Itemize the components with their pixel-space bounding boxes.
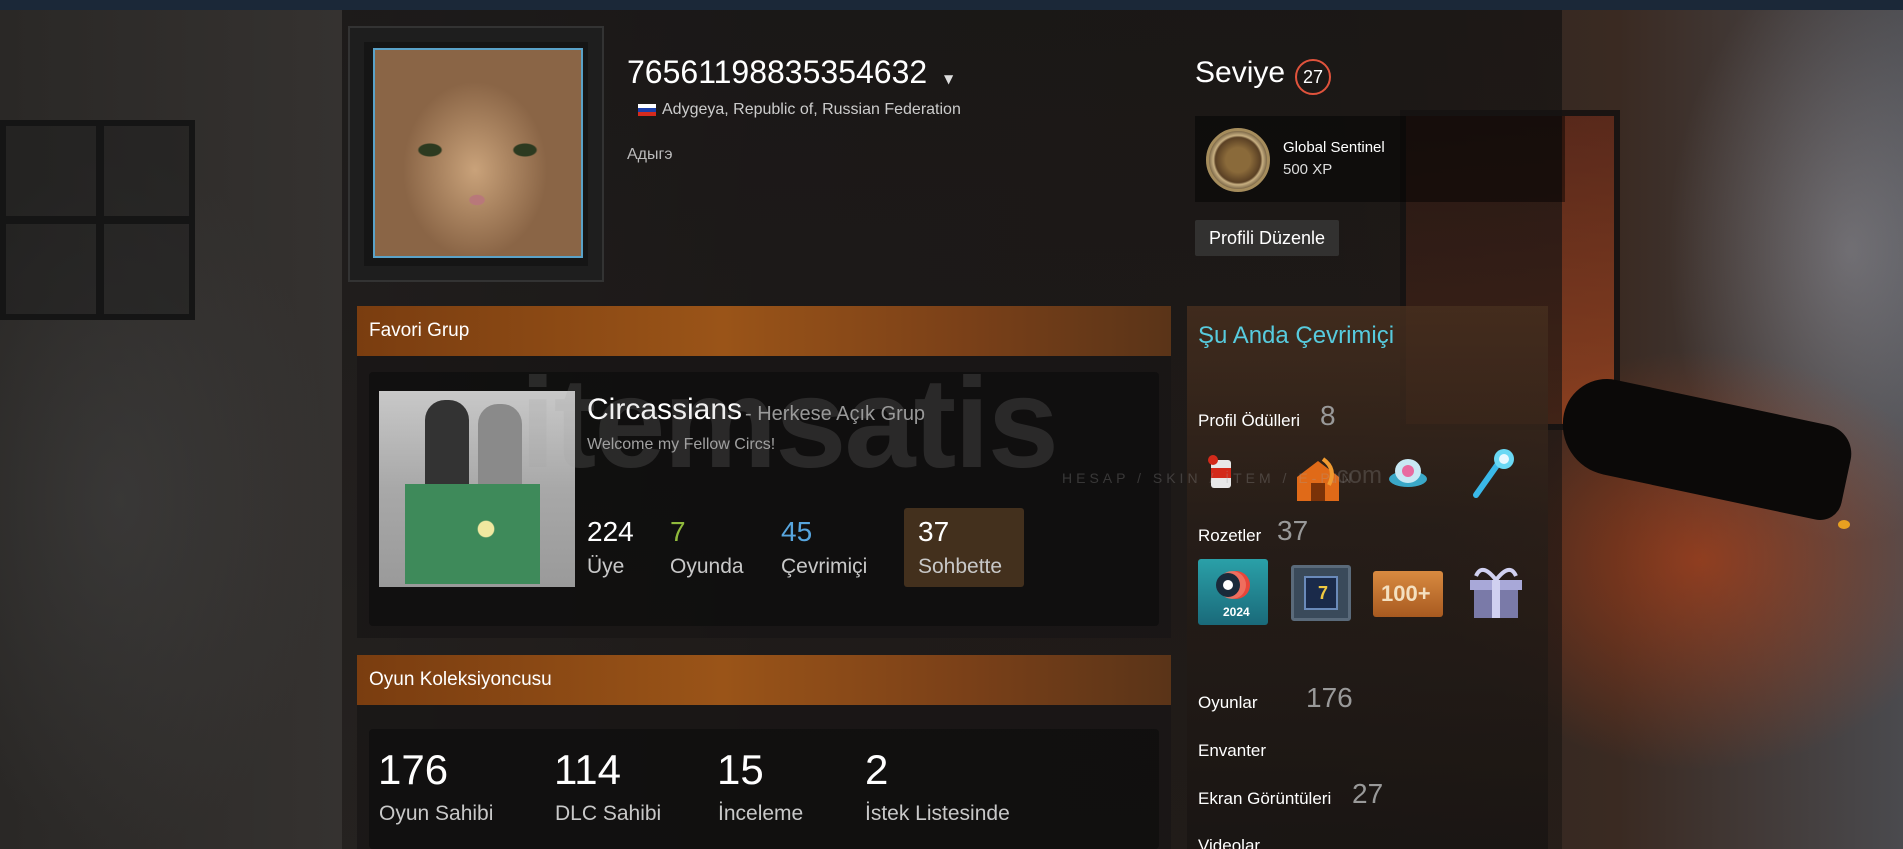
group-chat-label: Sohbette [918,555,1003,578]
jelly-dome-award-icon[interactable] [1387,455,1429,491]
background-window-left [0,120,195,320]
group-ingame-label: Oyunda [670,555,744,578]
badge-100-text: 100+ [1381,581,1431,606]
online-status: Şu Anda Çevrimiçi [1198,322,1395,349]
game-collector-header: Oyun Koleksiyoncusu [357,655,1171,705]
profile-real-name: Адыгэ [627,146,673,163]
group-avatar-person [478,404,522,490]
watermark-suffix: .com [1330,462,1383,489]
screenshots-link[interactable]: Ekran Görüntüleri [1198,789,1331,809]
group-members-label: Üye [587,555,625,578]
profile-awards-count[interactable]: 8 [1320,400,1336,432]
badges-link[interactable]: Rozetler [1198,526,1261,546]
group-members-count: 224 [587,516,634,547]
inventory-link[interactable]: Envanter [1198,741,1266,761]
wishlist-count[interactable]: 2 [865,746,888,794]
group-avatar-person [425,400,469,490]
badge-year-text: 2024 [1223,605,1250,619]
group-avatar-flag [405,484,540,584]
group-online-count: 45 [781,516,813,547]
comet-award-icon[interactable] [1470,447,1518,499]
level-badge[interactable]: 27 [1295,59,1331,95]
chevron-down-icon[interactable]: ▼ [944,72,953,86]
featured-badge-name: Global Sentinel [1283,139,1385,156]
reviews-count[interactable]: 15 [717,746,764,794]
watermark-tagline: HESAP / SKIN / İTEM / E-PIN [1062,470,1356,486]
profile-awards-link[interactable]: Profil Ödülleri [1198,411,1300,431]
game-collector-card [369,729,1159,849]
steam-logo-icon [1216,571,1250,599]
profile-location: Adygeya, Republic of, Russian Federation [662,101,961,118]
group-ingame-count: 7 [670,516,686,547]
reviews-label[interactable]: İnceleme [718,802,803,826]
screenshots-count[interactable]: 27 [1352,778,1383,810]
wishlist-label[interactable]: İstek Listesinde [865,802,1010,826]
edit-profile-button[interactable]: Profili Düzenle [1195,220,1340,256]
global-sentinel-icon [1206,128,1270,192]
games-owned-count[interactable]: 176 [378,746,448,794]
watermark-logo: itemsatis [520,352,1059,495]
games-count[interactable]: 176 [1306,682,1353,714]
favorite-group-header: Favori Grup [357,306,1171,356]
badges-count[interactable]: 37 [1277,515,1308,547]
gift-box-badge-icon[interactable] [1466,558,1526,626]
level-label: Seviye [1195,56,1286,89]
steam-2024-badge-icon[interactable]: 2024 [1198,559,1268,625]
avatar[interactable] [373,48,583,258]
russia-flag-icon [638,104,656,116]
background-cat-eye [1838,520,1850,529]
group-chat-count: 37 [918,516,950,547]
badge-years-text: 7 [1318,583,1329,603]
featured-badge-xp: 500 XP [1283,161,1333,178]
dlc-owned-label[interactable]: DLC Sahibi [555,802,661,826]
videos-link[interactable]: Videolar [1198,836,1260,849]
top-bar [0,0,1903,10]
dlc-owned-count[interactable]: 114 [554,746,621,794]
games-link[interactable]: Oyunlar [1198,693,1258,713]
group-online-label: Çevrimiçi [781,555,868,578]
games-owned-label[interactable]: Oyun Sahibi [379,802,493,826]
100-plus-badge-icon[interactable]: 100+ [1373,571,1443,617]
years-of-service-badge-icon[interactable]: 7 [1291,565,1351,621]
profile-username: 76561198835354632 [627,54,928,90]
